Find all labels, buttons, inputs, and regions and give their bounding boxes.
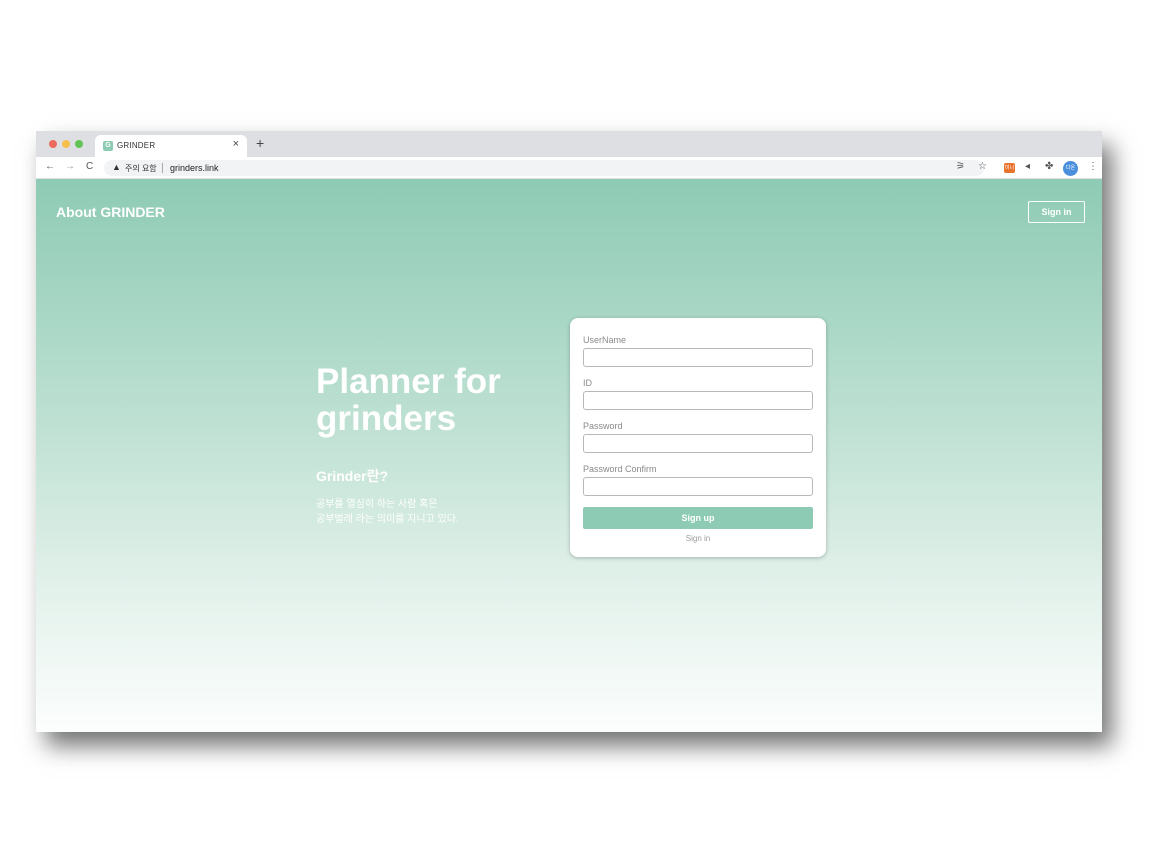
tab-grinder[interactable]: G GRINDER × [95, 135, 247, 157]
warning-triangle-icon[interactable]: ▲ [112, 162, 121, 172]
tab-close-icon[interactable]: × [233, 138, 239, 150]
page-content: About GRINDER Sign in Planner for grinde… [36, 179, 1102, 732]
close-window-button[interactable] [49, 140, 57, 148]
username-field[interactable] [583, 348, 813, 367]
favicon-icon: G [103, 141, 113, 151]
brand-link[interactable]: About GRINDER [56, 204, 165, 220]
extensions-puzzle-icon[interactable]: ✤ [1045, 161, 1053, 172]
bookmark-star-icon[interactable]: ☆ [978, 161, 987, 172]
reload-icon[interactable]: C [86, 161, 93, 172]
forward-icon[interactable]: → [65, 161, 75, 172]
url-text[interactable]: grinders.link [170, 163, 219, 173]
menu-kebab-icon[interactable]: ⋮ [1088, 161, 1098, 172]
tab-strip: G GRINDER × + [36, 131, 1102, 157]
profile-avatar[interactable]: 다온 [1063, 161, 1078, 176]
id-field[interactable] [583, 391, 813, 410]
translate-icon[interactable]: ⚞ [956, 161, 965, 172]
hero-subtitle: Grinder란? [316, 468, 388, 484]
header-signin-button[interactable]: Sign in [1028, 201, 1085, 223]
maximize-window-button[interactable] [75, 140, 83, 148]
new-tab-button[interactable]: + [256, 135, 264, 151]
back-icon[interactable]: ← [45, 161, 55, 172]
password-confirm-field[interactable] [583, 477, 813, 496]
signup-form: UserName ID Password Password Confirm Si… [570, 318, 826, 557]
browser-toolbar: ← → C ▲ 주의 요함 grinders.link ⚞ ☆ 미니 ◂ ✤ 다… [36, 157, 1102, 179]
security-status[interactable]: 주의 요함 [125, 163, 157, 174]
password-label: Password [583, 421, 623, 431]
hero-desc-line: 공부벌레 라는 의미를 지니고 있다. [316, 514, 459, 525]
extension-icon[interactable]: ◂ [1025, 161, 1030, 172]
password-confirm-label: Password Confirm [583, 464, 657, 474]
signup-button[interactable]: Sign up [583, 507, 813, 529]
divider [162, 163, 163, 173]
hero-desc-line: 공부를 열심히 하는 사람 혹은 [316, 499, 438, 510]
address-bar[interactable]: ▲ 주의 요함 grinders.link [104, 160, 984, 176]
browser-window: G GRINDER × + ← → C ▲ 주의 요함 grinders.lin… [36, 131, 1102, 732]
hero-description: 공부를 열심히 하는 사람 혹은 공부벌레 라는 의미를 지니고 있다. [316, 497, 459, 527]
extension-icon[interactable]: 미니 [1004, 163, 1015, 173]
username-label: UserName [583, 335, 627, 345]
minimize-window-button[interactable] [62, 140, 70, 148]
hero-title: Planner for grinders [316, 362, 501, 438]
signin-link[interactable]: Sign in [570, 534, 826, 543]
tab-title: GRINDER [117, 141, 156, 150]
password-field[interactable] [583, 434, 813, 453]
id-label: ID [583, 378, 592, 388]
